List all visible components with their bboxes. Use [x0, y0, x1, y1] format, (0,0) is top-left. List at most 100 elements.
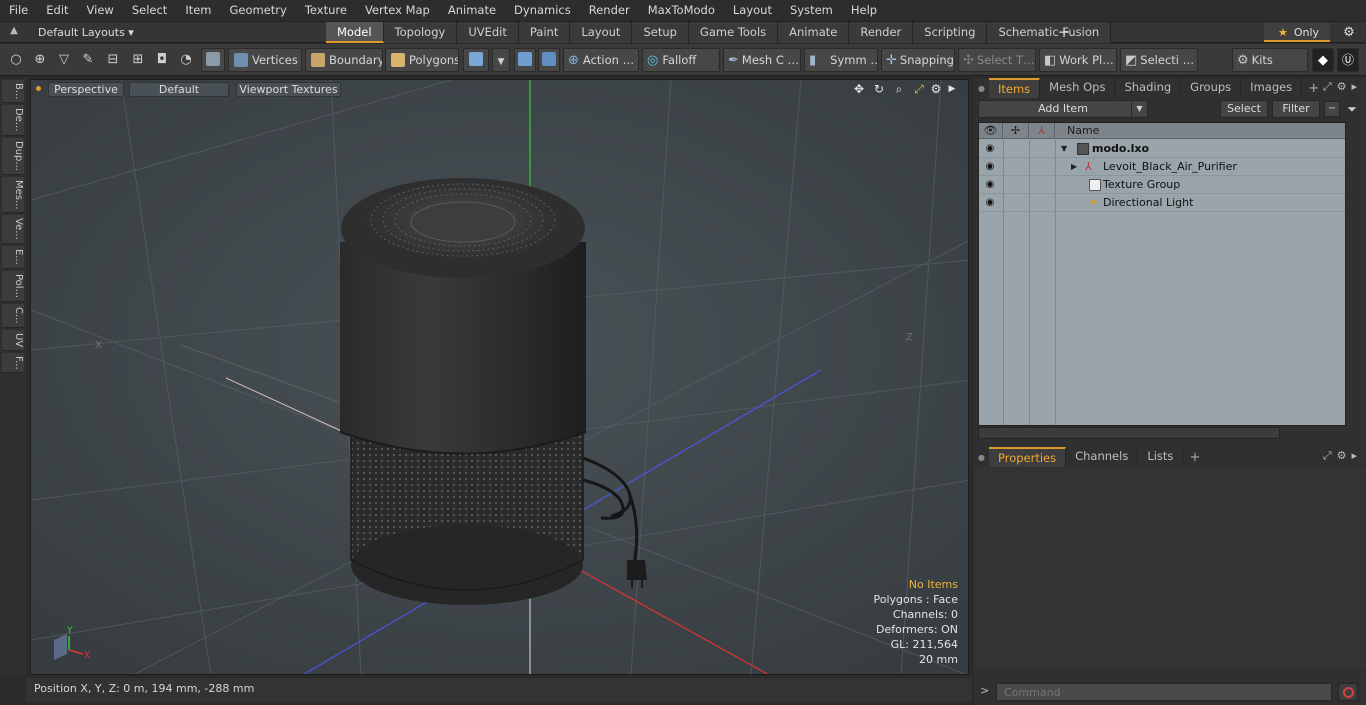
layout-tab-animate[interactable]: Animate	[778, 22, 850, 43]
layout-tab-render[interactable]: Render	[849, 22, 914, 43]
locator-column-icon[interactable]: ⅄	[1029, 123, 1055, 139]
layout-tab-game-tools[interactable]: Game Tools	[688, 22, 779, 43]
shading-default-button[interactable]: Default	[129, 82, 229, 97]
layout-tab-layout[interactable]: Layout	[570, 22, 633, 43]
layout-tab-schematic-fusion[interactable]: Schematic Fusion	[987, 22, 1112, 43]
add-item-button[interactable]: Add Item ▼	[978, 100, 1148, 118]
menu-item-animate[interactable]: Animate	[439, 0, 505, 21]
rotate-icon[interactable]: ◔	[176, 48, 196, 72]
cube-mode-icon[interactable]	[201, 48, 225, 72]
orbit-icon[interactable]: ↻	[871, 81, 887, 97]
item-row-texture-group[interactable]: ◉ Texture Group	[979, 176, 1345, 194]
center-icon[interactable]: ⊞	[128, 48, 148, 72]
layout-tab-setup[interactable]: Setup	[632, 22, 689, 43]
expand-triangle-icon[interactable]: ▶	[1071, 158, 1077, 176]
add-layout-tab-button[interactable]: +	[1056, 23, 1072, 41]
tab-items[interactable]: Items	[988, 78, 1041, 98]
viewport-gear-icon[interactable]: ⚙	[928, 81, 944, 97]
chevron-down-icon[interactable]: ▼	[1131, 101, 1147, 117]
menu-item-file[interactable]: File	[0, 0, 37, 21]
menu-item-view[interactable]: View	[78, 0, 123, 21]
menu-item-help[interactable]: Help	[842, 0, 886, 21]
menu-item-render[interactable]: Render	[580, 0, 639, 21]
panel-corner-icons[interactable]: ⤢⚙▸	[1323, 449, 1362, 463]
menu-item-system[interactable]: System	[781, 0, 842, 21]
left-tab-3[interactable]: Mes...	[2, 176, 24, 214]
unity-icon[interactable]: ◆	[1312, 48, 1334, 72]
command-input[interactable]	[996, 683, 1332, 701]
maximize-icon[interactable]: ⤢	[911, 81, 927, 97]
boundary-button[interactable]: Boundary	[305, 48, 383, 72]
menu-item-vertex-map[interactable]: Vertex Map	[356, 0, 439, 21]
items-horizontal-scrollbar[interactable]	[978, 427, 1280, 439]
menu-item-edit[interactable]: Edit	[37, 0, 77, 21]
work-plane-button[interactable]: ◧ Work Pl…	[1039, 48, 1117, 72]
add-properties-tab-button[interactable]: +	[1183, 450, 1206, 465]
left-tab-6[interactable]: Pol...	[2, 270, 24, 302]
3d-viewport[interactable]: X Z Y X Perspective Default Viewport Tex…	[30, 79, 969, 675]
layout-select[interactable]: Default Layouts ▾	[32, 24, 140, 41]
tab-channels[interactable]: Channels	[1066, 447, 1139, 467]
only-button[interactable]: ★ Only	[1264, 23, 1330, 42]
item-row-scene[interactable]: ◉ ▼ modo.lxo	[979, 140, 1345, 158]
vertices-button[interactable]: Vertices	[228, 48, 302, 72]
expand-triangle-icon[interactable]: ▼	[1061, 140, 1067, 158]
menu-item-item[interactable]: Item	[176, 0, 220, 21]
frame-icon[interactable]: ◘	[152, 48, 172, 72]
layout-tab-uvedit[interactable]: UVEdit	[457, 22, 519, 43]
eye-icon[interactable]: ◉	[984, 179, 996, 191]
add-items-tab-button[interactable]: +	[1302, 81, 1325, 96]
left-tab-4[interactable]: Ve...	[2, 215, 24, 245]
pen-icon[interactable]: ▽	[54, 48, 74, 72]
tab-images[interactable]: Images	[1241, 78, 1303, 98]
layout-tab-model[interactable]: Model	[326, 22, 384, 43]
snapping-button[interactable]: ✛ Snapping	[881, 48, 955, 72]
symmetry-button[interactable]: ▮ Symm …	[804, 48, 878, 72]
align-icon[interactable]: ⊟	[103, 48, 123, 72]
eye-icon[interactable]: ◉	[984, 143, 996, 155]
select-through-button[interactable]: ✣ Select T…	[958, 48, 1036, 72]
menu-item-geometry[interactable]: Geometry	[221, 0, 296, 21]
tab-properties[interactable]: Properties	[988, 447, 1067, 467]
viewport-menu-arrow-icon[interactable]: ▶	[944, 81, 960, 97]
left-tab-8[interactable]: UV	[2, 329, 24, 351]
item-row-mesh[interactable]: ◉ ▶ ⅄ Levoit_Black_Air_Purifier	[979, 158, 1345, 176]
tab-shading[interactable]: Shading	[1115, 78, 1182, 98]
menu-item-maxtomodo[interactable]: MaxToModo	[639, 0, 724, 21]
falloff-button[interactable]: ◎ Falloff	[642, 48, 720, 72]
viewport-scene[interactable]: X Z Y X	[31, 80, 969, 675]
perspective-button[interactable]: Perspective	[48, 82, 124, 97]
left-tab-7[interactable]: C...	[2, 303, 24, 328]
left-tab-1[interactable]: De...	[2, 105, 24, 136]
item-row-directional-light[interactable]: ◉ ✦ Directional Light	[979, 194, 1345, 212]
menu-item-dynamics[interactable]: Dynamics	[505, 0, 580, 21]
tab-lists[interactable]: Lists	[1138, 447, 1184, 467]
tab-groups[interactable]: Groups	[1181, 78, 1242, 98]
filter-button[interactable]: Filter	[1272, 100, 1320, 118]
lock-column-icon[interactable]: ✢	[1003, 123, 1029, 139]
eye-icon[interactable]: ◉	[984, 197, 996, 209]
symmetry-toggle-icon[interactable]	[538, 48, 560, 72]
brush-icon[interactable]: ✎	[78, 48, 98, 72]
menu-item-layout[interactable]: Layout	[724, 0, 781, 21]
name-column-header[interactable]: Name	[1055, 123, 1345, 139]
selection-sets-button[interactable]: ◩ Selecti …	[1120, 48, 1198, 72]
mesh-constraint-button[interactable]: ✒ Mesh C …	[723, 48, 801, 72]
layout-expand-icon[interactable]: ▲	[6, 25, 22, 39]
globe-icon[interactable]: ⊕	[30, 48, 50, 72]
collapse-icon[interactable]: −	[1324, 101, 1340, 117]
viewport-textures-button[interactable]: Viewport Textures	[236, 82, 341, 97]
visibility-column-icon[interactable]: 👁	[979, 123, 1003, 139]
eye-icon[interactable]: ◉	[984, 161, 996, 173]
item-mode-icon[interactable]	[463, 48, 489, 72]
layout-tab-scripting[interactable]: Scripting	[913, 22, 988, 43]
snap-toggle-icon[interactable]	[514, 48, 536, 72]
funnel-icon[interactable]: ⏷	[1344, 101, 1360, 117]
command-execute-button[interactable]	[1338, 683, 1358, 701]
kits-button[interactable]: ⚙ Kits	[1232, 48, 1308, 72]
menu-item-texture[interactable]: Texture	[296, 0, 356, 21]
polygons-button[interactable]: Polygons	[385, 48, 459, 72]
left-tab-0[interactable]: B...	[2, 80, 24, 104]
zoom-icon[interactable]: ⌕	[891, 81, 907, 97]
left-tab-9[interactable]: F...	[2, 352, 24, 374]
